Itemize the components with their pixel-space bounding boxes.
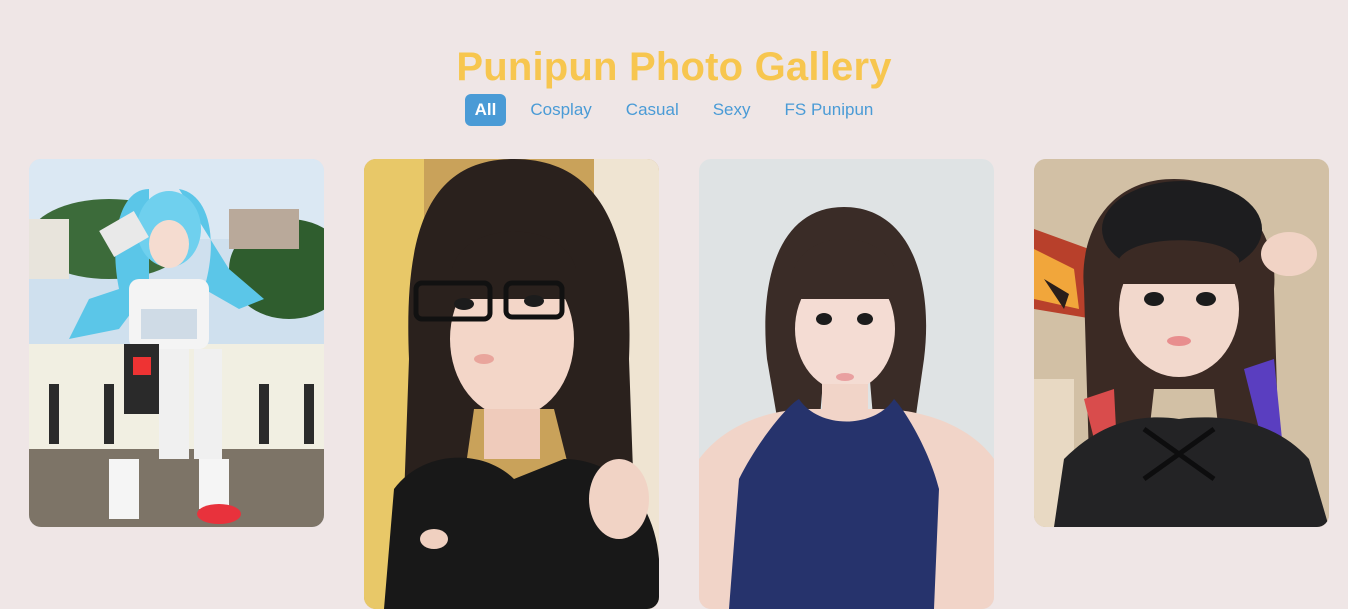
- filter-sexy[interactable]: Sexy: [703, 94, 761, 126]
- photo-cosplay-image: [29, 159, 324, 527]
- gallery-photo-2[interactable]: [364, 159, 659, 609]
- filter-fs-punipun[interactable]: FS Punipun: [775, 94, 884, 126]
- filter-bar: All Cosplay Casual Sexy FS Punipun: [0, 94, 1348, 126]
- photo-beanie-image: [1034, 159, 1329, 527]
- filter-all[interactable]: All: [464, 94, 507, 126]
- filter-casual[interactable]: Casual: [616, 94, 689, 126]
- gallery-photo-4[interactable]: [1034, 159, 1329, 527]
- photo-navy-top-image: [699, 159, 994, 609]
- page-title: Punipun Photo Gallery: [456, 44, 892, 89]
- filter-cosplay[interactable]: Cosplay: [520, 94, 601, 126]
- gallery-photo-1[interactable]: [29, 159, 324, 527]
- photo-glasses-image: [364, 159, 659, 609]
- gallery-photo-3[interactable]: [699, 159, 994, 609]
